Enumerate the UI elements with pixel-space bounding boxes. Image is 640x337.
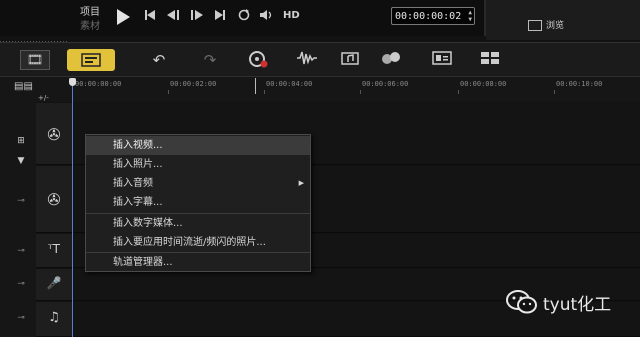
repeat-button[interactable] (236, 9, 252, 25)
next-frame-icon (191, 10, 203, 20)
ruler-tick (360, 90, 361, 94)
subtitle-editor-button[interactable] (428, 50, 456, 70)
menu-insert-video[interactable]: 插入视频... (86, 136, 310, 155)
menu-item-label: 插入数字媒体... (113, 218, 183, 229)
redo-button[interactable]: ↷ (196, 50, 224, 70)
timecode-spinner[interactable]: ▲ ▼ (468, 9, 472, 23)
timecode-field[interactable]: 00:00:00:02 ▲ ▼ (391, 7, 475, 25)
chevron-down-icon[interactable]: ▼ (14, 156, 28, 166)
ruler-tick (264, 90, 265, 94)
music-track-header[interactable]: ♫ (36, 302, 72, 337)
overlay-track-header[interactable]: ✇ (36, 166, 72, 233)
submenu-arrow-icon: ▶ (298, 179, 304, 187)
volume-icon (260, 10, 272, 20)
skip-end-button[interactable] (212, 9, 228, 25)
prev-frame-button[interactable] (164, 9, 182, 25)
track-manager-icon[interactable]: ▤▤ (14, 81, 33, 92)
auto-music-button[interactable] (337, 50, 365, 70)
ruler-tick (168, 90, 169, 94)
playhead-handle[interactable] (69, 78, 76, 86)
ruler-tick (458, 90, 459, 94)
sound-mixer-button[interactable] (293, 50, 321, 70)
lock-icon[interactable]: ⊸ (14, 246, 28, 256)
motion-tracking-button[interactable] (378, 50, 406, 70)
play-button[interactable] (111, 5, 135, 29)
menu-insert-timelapse-photos[interactable]: 插入要应用时间流逝/频闪的照片... (86, 233, 310, 252)
lock-icon[interactable]: ⊸ (14, 196, 28, 206)
edit-cursor[interactable] (255, 78, 256, 94)
ruler-label: 00:00:08:00 (460, 80, 507, 88)
timeline-view-icon (81, 53, 101, 67)
ruler-tick (554, 90, 555, 94)
sound-mixer-icon (297, 51, 317, 65)
auto-music-icon (341, 52, 359, 65)
skip-end-icon (215, 10, 225, 20)
ruler-label: 00:00:00:00 (75, 80, 122, 88)
voice-track-header[interactable]: 🎤 (36, 269, 72, 301)
film-reel-icon: ✇ (47, 190, 61, 209)
record-capture-button[interactable] (244, 50, 272, 70)
record-capture-icon (249, 51, 268, 68)
menu-item-label: 插入音频 (113, 178, 153, 189)
filmstrip-icon: 🎞 (26, 53, 44, 68)
timecode-value: 00:00:00:02 (395, 11, 462, 22)
zoom-control[interactable]: +/- (38, 94, 49, 102)
menu-item-label: 插入视频... (113, 140, 163, 151)
menu-item-label: 插入照片... (113, 159, 163, 170)
ruler-label: 00:00:02:00 (170, 80, 217, 88)
undo-icon: ↶ (152, 51, 166, 69)
browse-label: 浏览 (546, 21, 565, 31)
subtitle-editor-icon (432, 51, 452, 65)
menu-track-manager[interactable]: 轨道管理器... (86, 253, 310, 272)
undo-button[interactable]: ↶ (145, 50, 173, 70)
ruler-label: 00:00:04:00 (266, 80, 313, 88)
volume-button[interactable] (258, 9, 276, 25)
track-context-menu: 插入视频... 插入照片... 插入音频 ▶ 插入字幕... 插入数字媒体... … (85, 134, 311, 272)
play-icon (117, 9, 130, 25)
music-note-icon: ♫ (48, 310, 60, 325)
menu-item-label: 插入要应用时间流逝/频闪的照片... (113, 237, 266, 248)
lock-icon[interactable]: ⊸ (14, 313, 28, 323)
clip-mode-label[interactable]: 素材 (80, 17, 100, 32)
title-t-icon: ᵀT (48, 242, 60, 256)
browse-icon (528, 20, 542, 31)
skip-start-icon (145, 10, 155, 20)
playhead-line[interactable] (72, 80, 73, 337)
ruler-label: 00:00:06:00 (362, 80, 409, 88)
prev-frame-icon (167, 10, 179, 20)
track-options-icon[interactable]: ⊞ (14, 136, 28, 146)
menu-insert-subtitle[interactable]: 插入字幕... (86, 193, 310, 212)
redo-icon: ↷ (203, 51, 217, 69)
watermark-text: tyut化工 (543, 295, 612, 315)
storyboard-view-button[interactable]: 🎞 (20, 50, 50, 70)
menu-item-label: 插入字幕... (113, 197, 163, 208)
timeline-view-button[interactable] (67, 49, 115, 71)
menu-insert-photo[interactable]: 插入照片... (86, 155, 310, 174)
menu-insert-audio[interactable]: 插入音频 ▶ (86, 174, 310, 193)
skip-start-button[interactable] (142, 9, 158, 25)
motion-tracking-icon (382, 52, 400, 64)
film-reel-icon: ✇ (47, 125, 61, 144)
repeat-icon (238, 9, 250, 21)
next-frame-button[interactable] (188, 9, 206, 25)
lock-icon[interactable]: ⊸ (14, 279, 28, 289)
multi-trim-icon (481, 52, 499, 64)
project-mode-label[interactable]: 项目 (80, 3, 100, 18)
wechat-logo-icon (506, 290, 537, 314)
video-track-header[interactable]: ✇ (36, 103, 72, 165)
multi-trim-button[interactable] (476, 50, 504, 70)
hd-toggle[interactable]: HD (283, 10, 300, 21)
microphone-icon: 🎤 (46, 276, 62, 290)
menu-insert-digital-media[interactable]: 插入数字媒体... (86, 214, 310, 233)
ruler-label: 00:00:10:00 (556, 80, 603, 88)
title-track-header[interactable]: ᵀT (36, 234, 72, 268)
browse-button[interactable]: 浏览 (528, 18, 588, 34)
menu-item-label: 轨道管理器... (113, 257, 173, 268)
